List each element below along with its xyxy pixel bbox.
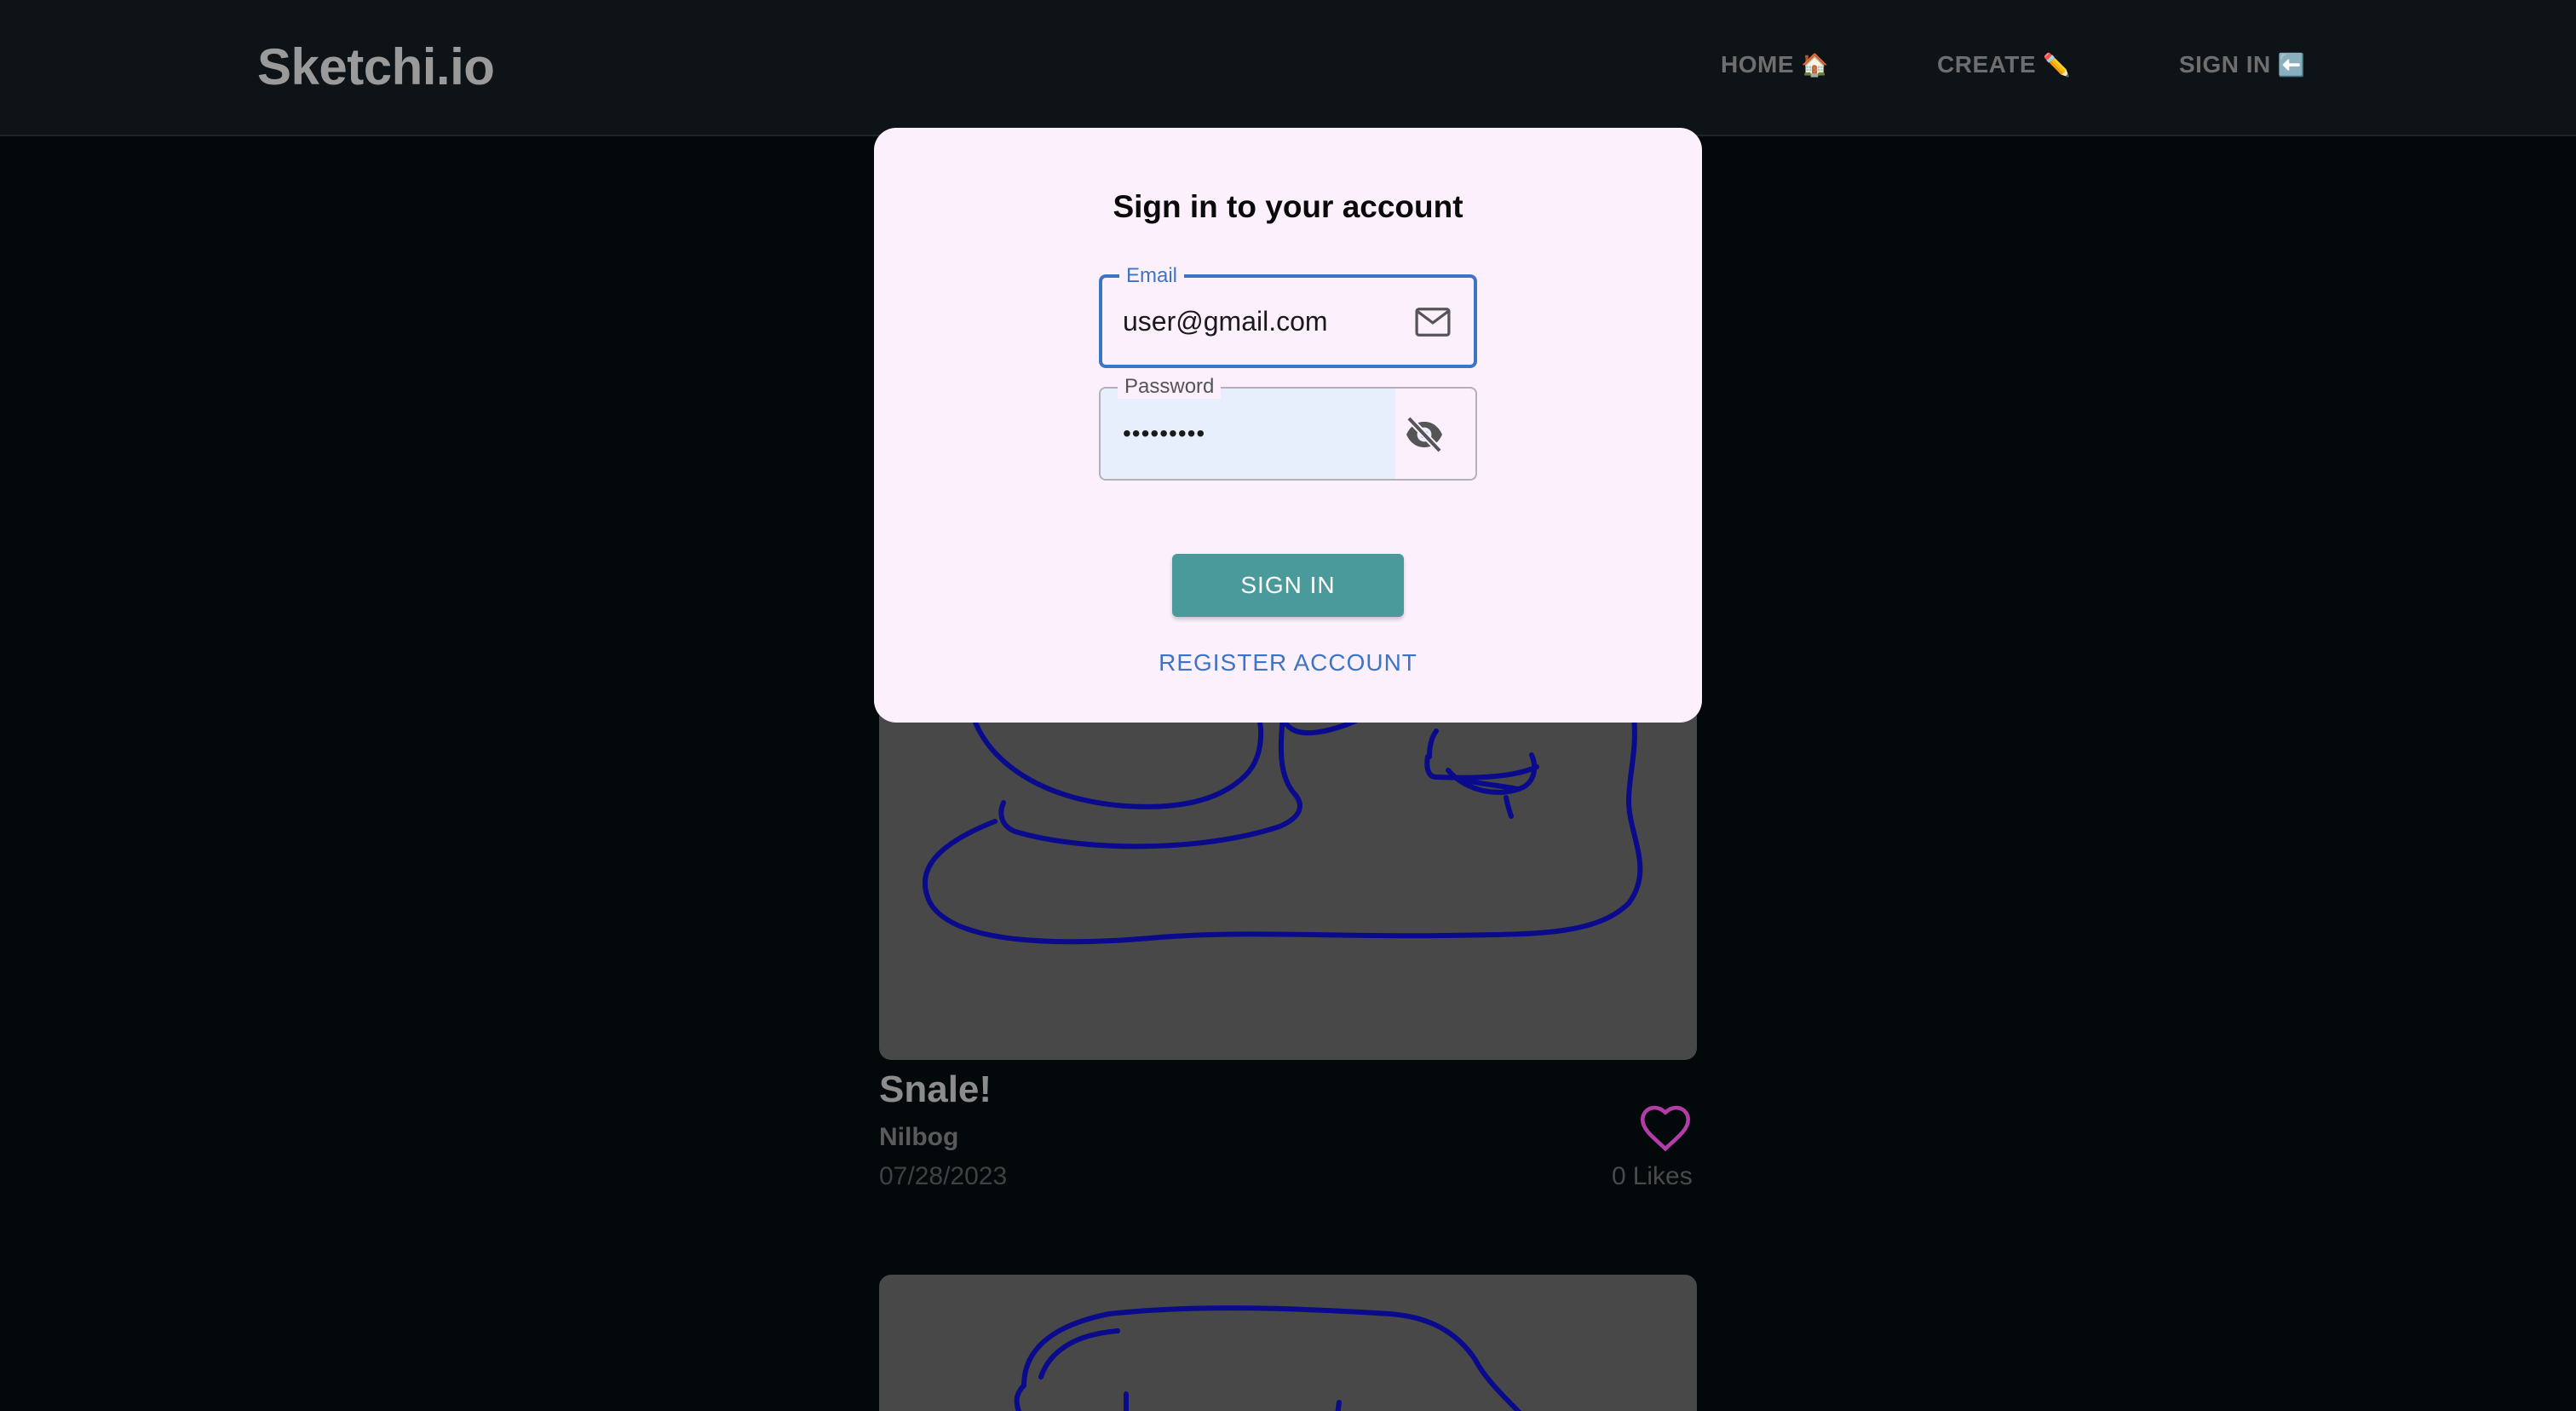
pencil-icon: ✏️ [2043,52,2071,78]
nav-signin-label: SIGN IN [2179,51,2271,78]
modal-title: Sign in to your account [1113,189,1463,224]
signin-modal: Sign in to your account Email Password S… [874,128,1702,723]
heart-icon[interactable] [1639,1104,1692,1152]
mail-icon [1415,308,1451,337]
password-field[interactable]: Password [1099,375,1477,481]
brand-logo[interactable]: Sketchi.io [257,37,495,96]
register-account-link[interactable]: REGISTER ACCOUNT [874,649,1702,677]
signin-button[interactable]: SIGN IN [1172,554,1404,617]
post-drawing-2[interactable] [879,1275,1697,1411]
post-date: 07/28/2023 [879,1162,1008,1190]
likes-label: Likes [1632,1162,1693,1190]
app-root: Sketchi.io HOME 🏠 CREATE ✏️ SIGN IN ⬅️ S… [0,0,2576,1411]
email-field[interactable]: Email [1099,264,1477,368]
post-title: Snale! [879,1068,992,1110]
nav-signin-link[interactable]: SIGN IN ⬅️ [2179,51,2306,78]
nav-create-label: CREATE [1937,51,2037,78]
back-arrow-icon: ⬅️ [2277,52,2306,78]
nav-home-label: HOME [1721,51,1794,78]
email-input[interactable] [1102,278,1392,365]
house-icon: 🏠 [1801,52,1829,78]
post-author[interactable]: Nilbog [879,1123,958,1152]
sketch-2 [1014,1305,1522,1411]
navbar: Sketchi.io HOME 🏠 CREATE ✏️ SIGN IN ⬅️ [0,0,2576,136]
likes-count: 0 Likes [1612,1162,1697,1191]
likes-number: 0 [1612,1162,1626,1190]
nav-home-link[interactable]: HOME 🏠 [1721,51,1829,78]
eye-off-icon[interactable] [1404,416,1445,453]
password-input[interactable] [1101,389,1395,479]
nav-create-link[interactable]: CREATE ✏️ [1937,51,2071,78]
